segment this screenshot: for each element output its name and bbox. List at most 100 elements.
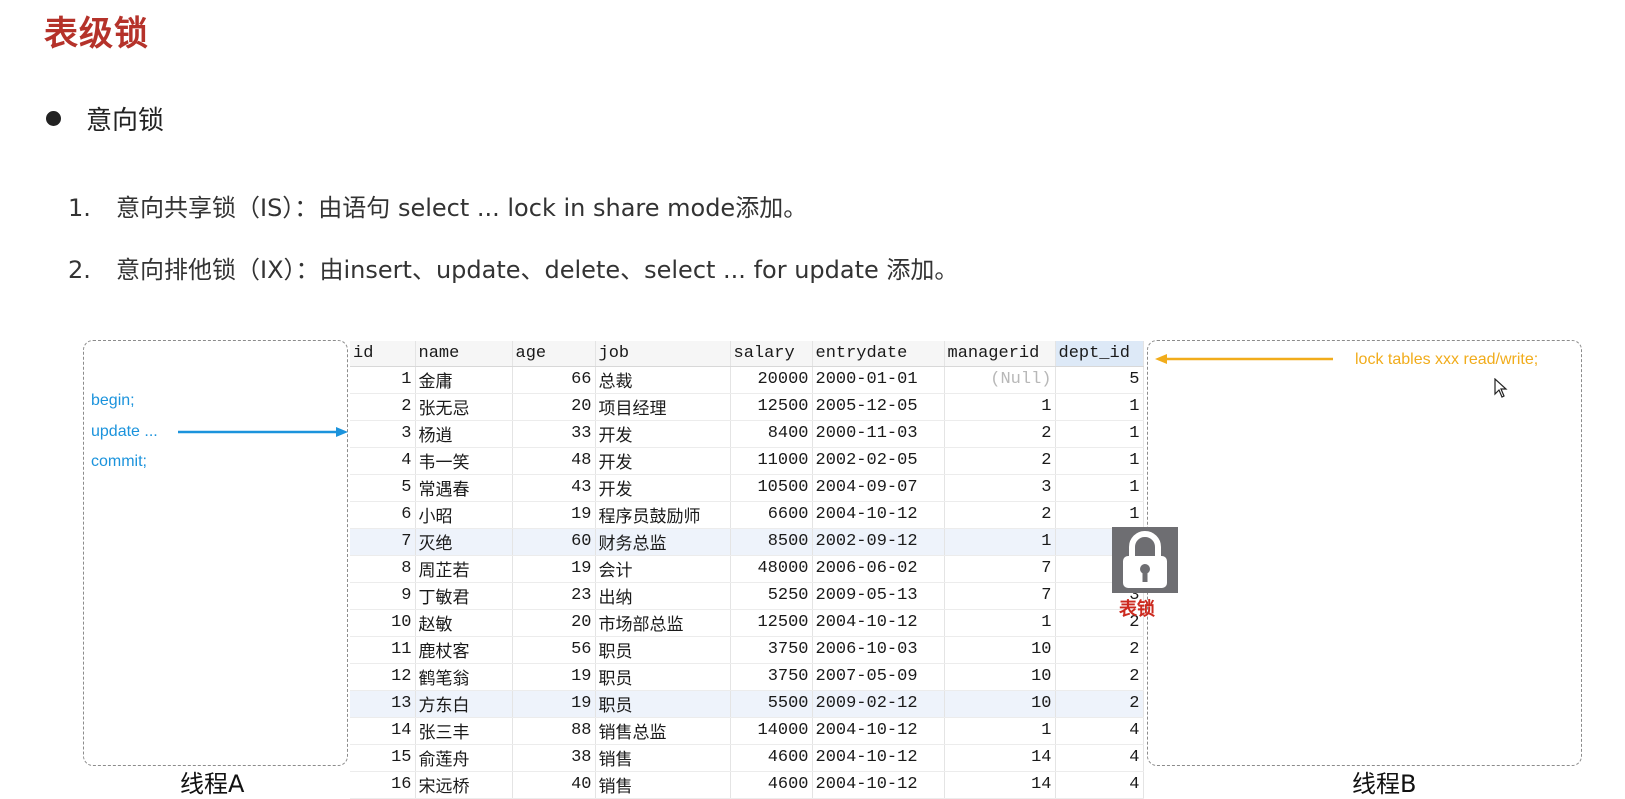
cell-age[interactable]: 19	[512, 663, 596, 691]
cell-managerid[interactable]: 10	[944, 636, 1056, 664]
cell-managerid[interactable]: 1	[944, 609, 1056, 637]
cell-salary[interactable]: 3750	[730, 636, 813, 664]
cell-dept-id[interactable]: 1	[1055, 474, 1144, 502]
cell-age[interactable]: 20	[512, 609, 596, 637]
cell-managerid[interactable]: 1	[944, 393, 1056, 421]
cell-managerid[interactable]: (Null)	[944, 366, 1056, 394]
cell-dept-id[interactable]: 4	[1055, 744, 1144, 772]
cell-entrydate[interactable]: 2007-05-09	[812, 663, 945, 691]
column-header-salary[interactable]: salary	[730, 341, 813, 367]
cell-salary[interactable]: 10500	[730, 474, 813, 502]
cell-managerid[interactable]: 7	[944, 582, 1056, 610]
cell-managerid[interactable]: 10	[944, 690, 1056, 718]
table-row[interactable]: 4 韦一笑 48 开发 11000 2002-02-05 2 1	[350, 447, 1144, 475]
cell-job[interactable]: 开发	[595, 420, 731, 448]
column-header-name[interactable]: name	[415, 341, 513, 367]
cell-salary[interactable]: 3750	[730, 663, 813, 691]
table-row[interactable]: 10 赵敏 20 市场部总监 12500 2004-10-12 1 2	[350, 609, 1144, 637]
cell-name[interactable]: 常遇春	[415, 474, 513, 502]
table-row[interactable]: 1 金庸 66 总裁 20000 2000-01-01 (Null) 5	[350, 366, 1144, 394]
cell-salary[interactable]: 12500	[730, 609, 813, 637]
cell-salary[interactable]: 48000	[730, 555, 813, 583]
cell-salary[interactable]: 11000	[730, 447, 813, 475]
cell-job[interactable]: 财务总监	[595, 528, 731, 556]
cell-entrydate[interactable]: 2006-10-03	[812, 636, 945, 664]
cell-name[interactable]: 杨逍	[415, 420, 513, 448]
cell-name[interactable]: 鹿杖客	[415, 636, 513, 664]
cell-id[interactable]: 4	[350, 447, 416, 475]
cell-id[interactable]: 3	[350, 420, 416, 448]
cell-managerid[interactable]: 14	[944, 744, 1056, 772]
cell-id[interactable]: 2	[350, 393, 416, 421]
cell-entrydate[interactable]: 2004-09-07	[812, 474, 945, 502]
cell-id[interactable]: 5	[350, 474, 416, 502]
cell-name[interactable]: 灭绝	[415, 528, 513, 556]
table-row[interactable]: 12 鹤笔翁 19 职员 3750 2007-05-09 10 2	[350, 663, 1144, 691]
cell-job[interactable]: 程序员鼓励师	[595, 501, 731, 529]
table-row[interactable]: 9 丁敏君 23 出纳 5250 2009-05-13 7 3	[350, 582, 1144, 610]
cell-dept-id[interactable]: 1	[1055, 501, 1144, 529]
table-row[interactable]: 11 鹿杖客 56 职员 3750 2006-10-03 10 2	[350, 636, 1144, 664]
table-row[interactable]: 7灭绝60财务总监85002002-09-1213	[350, 528, 1144, 556]
cell-name[interactable]: 方东白	[415, 690, 513, 718]
cell-managerid[interactable]: 1	[944, 528, 1056, 556]
cell-entrydate[interactable]: 2004-10-12	[812, 744, 945, 772]
cell-dept-id[interactable]: 1	[1055, 420, 1144, 448]
table-row[interactable]: 13 方东白 19 职员 5500 2009-02-12 10 2	[350, 690, 1144, 718]
cell-dept-id[interactable]: 1	[1055, 447, 1144, 475]
cell-job[interactable]: 出纳	[595, 582, 731, 610]
cell-dept-id[interactable]: 4	[1055, 717, 1144, 745]
cell-entrydate[interactable]: 2004-10-12	[812, 717, 945, 745]
cell-job[interactable]: 职员	[595, 636, 731, 664]
cell-managerid[interactable]: 1	[944, 717, 1056, 745]
column-header-job[interactable]: job	[595, 341, 731, 367]
cell-job[interactable]: 市场部总监	[595, 609, 731, 637]
cell-id[interactable]: 12	[350, 663, 416, 691]
cell-name[interactable]: 韦一笑	[415, 447, 513, 475]
column-header-entrydate[interactable]: entrydate	[812, 341, 945, 367]
cell-job[interactable]: 总裁	[595, 366, 731, 394]
cell-dept-id[interactable]: 2	[1055, 690, 1144, 718]
cell-managerid[interactable]: 2	[944, 501, 1056, 529]
cell-entrydate[interactable]: 2004-10-12	[812, 771, 945, 799]
cell-salary[interactable]: 12500	[730, 393, 813, 421]
cell-job[interactable]: 开发	[595, 474, 731, 502]
cell-name[interactable]: 宋远桥	[415, 771, 513, 799]
cell-job[interactable]: 职员	[595, 663, 731, 691]
cell-age[interactable]: 66	[512, 366, 596, 394]
cell-managerid[interactable]: 14	[944, 771, 1056, 799]
cell-dept-id[interactable]: 5	[1055, 366, 1144, 394]
cell-managerid[interactable]: 2	[944, 447, 1056, 475]
cell-name[interactable]: 俞莲舟	[415, 744, 513, 772]
cell-dept-id[interactable]: 4	[1055, 771, 1144, 799]
table-row[interactable]: 6 小昭 19 程序员鼓励师 6600 2004-10-12 2 1	[350, 501, 1144, 529]
cell-name[interactable]: 鹤笔翁	[415, 663, 513, 691]
cell-job[interactable]: 职员	[595, 690, 731, 718]
cell-name[interactable]: 丁敏君	[415, 582, 513, 610]
cell-id[interactable]: 1	[350, 366, 416, 394]
table-row[interactable]: 3 杨逍 33 开发 8400 2000-11-03 2 1	[350, 420, 1144, 448]
cell-age[interactable]: 48	[512, 447, 596, 475]
cell-dept-id[interactable]: 1	[1055, 393, 1144, 421]
column-header-id[interactable]: id	[350, 341, 416, 367]
cell-id[interactable]: 13	[350, 690, 416, 718]
cell-dept-id[interactable]: 2	[1055, 663, 1144, 691]
cell-id[interactable]: 6	[350, 501, 416, 529]
cell-id[interactable]: 10	[350, 609, 416, 637]
table-row[interactable]: 2 张无忌 20 项目经理 12500 2005-12-05 1 1	[350, 393, 1144, 421]
cell-job[interactable]: 销售总监	[595, 717, 731, 745]
table-row[interactable]: 16 宋远桥 40 销售 4600 2004-10-12 14 4	[350, 771, 1144, 799]
cell-age[interactable]: 88	[512, 717, 596, 745]
cell-name[interactable]: 金庸	[415, 366, 513, 394]
cell-salary[interactable]: 8400	[730, 420, 813, 448]
cell-entrydate[interactable]: 2004-10-12	[812, 501, 945, 529]
cell-managerid[interactable]: 7	[944, 555, 1056, 583]
cell-entrydate[interactable]: 2002-02-05	[812, 447, 945, 475]
cell-name[interactable]: 张三丰	[415, 717, 513, 745]
cell-id[interactable]: 14	[350, 717, 416, 745]
cell-salary[interactable]: 6600	[730, 501, 813, 529]
column-header-age[interactable]: age	[512, 341, 596, 367]
cell-entrydate[interactable]: 2006-06-02	[812, 555, 945, 583]
cell-entrydate[interactable]: 2005-12-05	[812, 393, 945, 421]
cell-entrydate[interactable]: 2004-10-12	[812, 609, 945, 637]
